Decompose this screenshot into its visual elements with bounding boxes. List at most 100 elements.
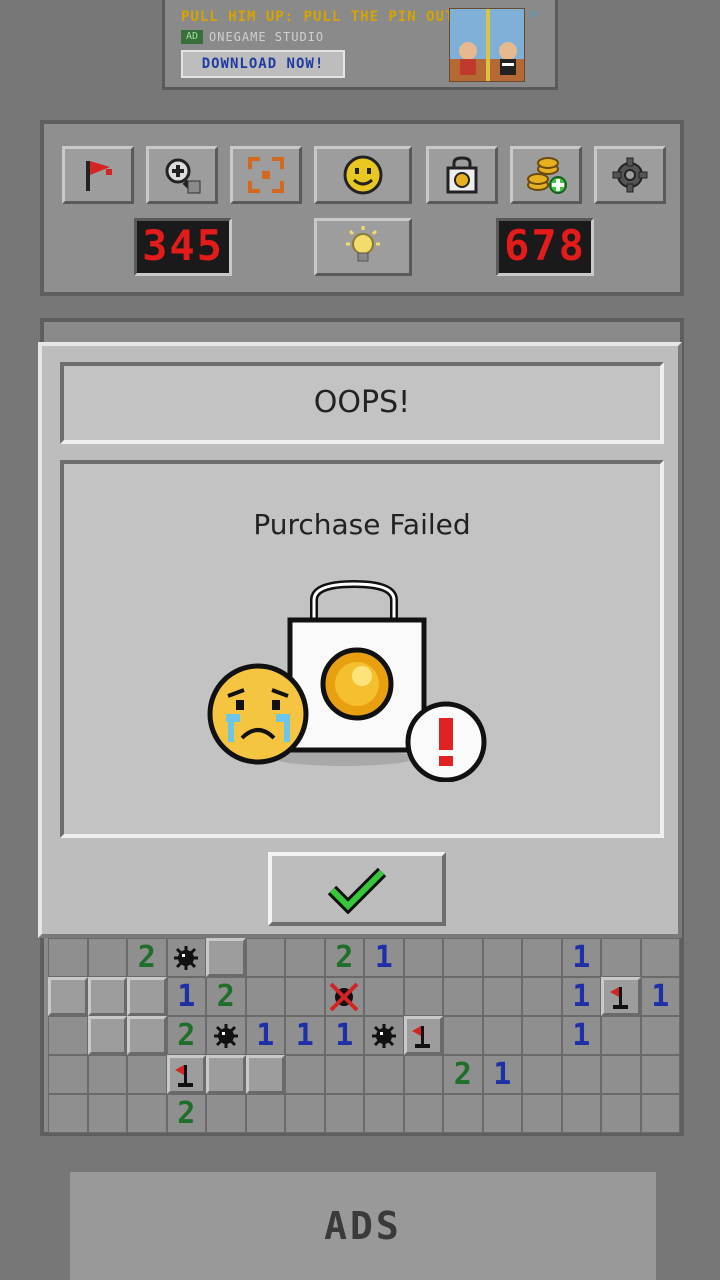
- board-cell[interactable]: [364, 1094, 404, 1133]
- purchase-failed-dialog: OOPS! Purchase Failed: [38, 342, 682, 938]
- board-cell[interactable]: [601, 938, 641, 977]
- coins-button[interactable]: [510, 146, 582, 204]
- board-cell[interactable]: 1: [166, 977, 206, 1016]
- board-cell[interactable]: [522, 1055, 562, 1094]
- board-cell[interactable]: [601, 1094, 641, 1133]
- board-cell[interactable]: [482, 1094, 522, 1133]
- board-cell[interactable]: [364, 1016, 404, 1055]
- board-cell[interactable]: [601, 1055, 641, 1094]
- board-cell[interactable]: [601, 977, 641, 1016]
- fullscreen-button[interactable]: [230, 146, 302, 204]
- bottom-ad-banner[interactable]: ADS: [70, 1172, 656, 1280]
- board-cell[interactable]: [87, 938, 127, 977]
- board-cell[interactable]: 1: [482, 1055, 522, 1094]
- board-cell[interactable]: [522, 1016, 562, 1055]
- board-cell[interactable]: [87, 977, 127, 1016]
- board-cell[interactable]: [206, 938, 246, 977]
- board-cell[interactable]: [127, 1094, 167, 1133]
- board-cell[interactable]: [403, 1094, 443, 1133]
- crying-face-icon: [207, 663, 309, 765]
- board-cell[interactable]: 1: [285, 1016, 325, 1055]
- board-cell[interactable]: [166, 938, 206, 977]
- board-cell[interactable]: [640, 1055, 680, 1094]
- board-cell[interactable]: [482, 977, 522, 1016]
- board-cell[interactable]: [285, 1055, 325, 1094]
- board-cell[interactable]: [285, 1094, 325, 1133]
- board-cell[interactable]: [127, 977, 167, 1016]
- board-cell[interactable]: 2: [166, 1016, 206, 1055]
- board-cell[interactable]: [522, 938, 562, 977]
- board-cell[interactable]: [640, 938, 680, 977]
- board-cell[interactable]: [245, 938, 285, 977]
- board-cell[interactable]: [87, 1094, 127, 1133]
- board-cell[interactable]: [522, 977, 562, 1016]
- board-cell[interactable]: [87, 1016, 127, 1055]
- board-cell[interactable]: 1: [561, 1016, 601, 1055]
- board-cell[interactable]: [482, 1016, 522, 1055]
- fullscreen-icon: [248, 157, 284, 193]
- board-cell[interactable]: 1: [561, 938, 601, 977]
- board-cell[interactable]: [522, 1094, 562, 1133]
- board-cell[interactable]: [640, 1094, 680, 1133]
- checkmark-icon: [327, 867, 387, 914]
- board-cell[interactable]: [48, 938, 88, 977]
- board-cell[interactable]: [48, 1016, 88, 1055]
- board-cell[interactable]: [364, 977, 404, 1016]
- board-cell[interactable]: 1: [640, 977, 680, 1016]
- board-cell[interactable]: [324, 1094, 364, 1133]
- board-cell[interactable]: [245, 1055, 285, 1094]
- board-cell[interactable]: [285, 938, 325, 977]
- board-cell[interactable]: 2: [443, 1055, 483, 1094]
- board-cell[interactable]: [324, 977, 364, 1016]
- ad-banner[interactable]: PULL HIM UP: PULL THE PIN OUT AD ONEGAME…: [162, 0, 558, 90]
- board-cell[interactable]: 1: [324, 1016, 364, 1055]
- zoom-button[interactable]: [146, 146, 218, 204]
- board-cell[interactable]: [285, 977, 325, 1016]
- board-cell[interactable]: 2: [324, 938, 364, 977]
- board-cell[interactable]: [48, 1094, 88, 1133]
- board-cell[interactable]: [561, 1094, 601, 1133]
- board-cell[interactable]: [206, 1094, 246, 1133]
- board-cell[interactable]: [245, 977, 285, 1016]
- board-cell[interactable]: 1: [561, 977, 601, 1016]
- board-cell[interactable]: 2: [127, 938, 167, 977]
- board-cell[interactable]: [127, 1055, 167, 1094]
- settings-button[interactable]: [594, 146, 666, 204]
- board-cell[interactable]: 1: [364, 938, 404, 977]
- board-cell[interactable]: [443, 1094, 483, 1133]
- board-cell[interactable]: [403, 1016, 443, 1055]
- board-cell[interactable]: [364, 1055, 404, 1094]
- board-cell[interactable]: [640, 1016, 680, 1055]
- face-button[interactable]: [314, 146, 412, 204]
- board-cell[interactable]: [245, 1094, 285, 1133]
- flag-button[interactable]: [62, 146, 134, 204]
- board-cell[interactable]: [48, 977, 88, 1016]
- shop-button[interactable]: [426, 146, 498, 204]
- board-cell[interactable]: [443, 1016, 483, 1055]
- board-cell[interactable]: [443, 977, 483, 1016]
- board-cell[interactable]: 2: [206, 977, 246, 1016]
- board-cell[interactable]: [48, 1055, 88, 1094]
- ad-download-button[interactable]: DOWNLOAD NOW!: [181, 50, 345, 78]
- board-cell[interactable]: [206, 1016, 246, 1055]
- board-cell[interactable]: [482, 938, 522, 977]
- board-cell[interactable]: [601, 1016, 641, 1055]
- ok-button[interactable]: [268, 852, 446, 926]
- board-cell[interactable]: [403, 977, 443, 1016]
- dialog-body: Purchase Failed: [60, 460, 664, 838]
- board-cell[interactable]: [403, 938, 443, 977]
- board-cell[interactable]: [206, 1055, 246, 1094]
- board-cell[interactable]: [324, 1055, 364, 1094]
- board-cell[interactable]: 2: [166, 1094, 206, 1133]
- ad-choices-icon[interactable]: ▷: [531, 6, 545, 20]
- ad-title: PULL HIM UP: PULL THE PIN OUT: [181, 9, 455, 25]
- board-cell[interactable]: [403, 1055, 443, 1094]
- board-cell[interactable]: [443, 938, 483, 977]
- board-cell[interactable]: [166, 1055, 206, 1094]
- board-cell[interactable]: 1: [245, 1016, 285, 1055]
- board-cell[interactable]: [561, 1055, 601, 1094]
- board-cell[interactable]: [127, 1016, 167, 1055]
- board-cell[interactable]: [87, 1055, 127, 1094]
- ad-game-art[interactable]: [449, 8, 525, 82]
- hint-button[interactable]: [314, 218, 412, 276]
